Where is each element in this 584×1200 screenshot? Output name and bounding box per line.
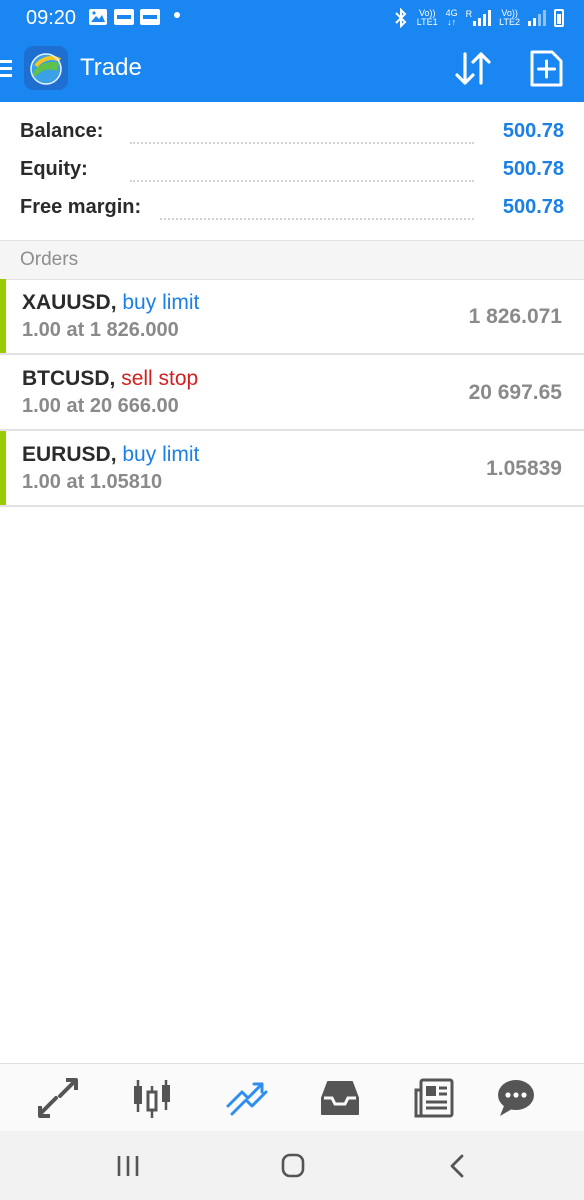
bluetooth-icon [395,8,407,28]
sim1-network-label: Vo)) LTE1 [416,8,438,27]
free-margin-value: 500.78 [494,196,564,219]
more-notifications-dot [174,12,180,18]
free-margin-row: Free margin: 500.78 [20,190,564,228]
status-bar: 09:20 Vo)) LTE1 4G ↓↑ R Vo)) LTE2 [0,0,584,36]
status-right-icons: Vo)) LTE1 4G ↓↑ R Vo)) LTE2 [393,6,564,30]
status-time: 09:20 [26,7,77,29]
app-logo[interactable] [24,46,68,90]
sim2-signal-bars-icon [528,10,546,26]
trade-icon[interactable] [224,1076,268,1120]
back-icon[interactable] [440,1149,476,1183]
balance-label: Balance: [20,120,112,143]
order-title: BTCUSD, sell stop [22,367,199,390]
data-network-label: 4G ↓↑ [445,8,458,27]
recents-icon[interactable] [110,1149,146,1183]
order-detail: 1.00 at 1 826.000 [22,319,179,341]
sort-icon[interactable] [454,50,492,88]
order-type: buy limit [122,443,200,466]
signal-bars-icon [473,10,492,26]
order-current-price: 1.05839 [486,457,562,480]
order-row[interactable]: XAUUSD, buy limit 1.00 at 1 826.000 1 82… [0,279,584,355]
equity-label: Equity: [20,158,96,181]
order-current-price: 20 697.65 [468,381,562,404]
leader-dots [160,218,474,220]
orders-list: XAUUSD, buy limit 1.00 at 1 826.000 1 82… [0,279,584,507]
battery-icon [554,9,564,27]
free-margin-label: Free margin: [20,196,150,219]
bottom-tab-bar [0,1063,584,1132]
buy-order-marker [0,279,6,353]
order-title: XAUUSD, buy limit [22,291,200,314]
leader-dots [130,142,474,144]
order-symbol: XAUUSD [22,291,111,314]
order-row[interactable]: BTCUSD, sell stop 1.00 at 20 666.00 20 6… [0,355,584,431]
order-type: buy limit [122,291,200,314]
order-symbol: BTCUSD [22,367,110,390]
balance-row: Balance: 500.78 [20,114,564,152]
balance-value: 500.78 [494,120,564,143]
orders-section-header: Orders [0,240,584,280]
new-order-icon[interactable] [528,50,564,88]
leader-dots [130,180,474,182]
app-bar: Trade [0,36,584,102]
history-icon[interactable] [318,1076,362,1120]
page-title: Trade [80,54,142,81]
gallery-notification-icon [89,9,107,25]
sim2-network-label: Vo)) LTE2 [499,8,520,27]
order-row[interactable]: EURUSD, buy limit 1.00 at 1.05810 1.0583… [0,431,584,507]
buy-order-marker [0,431,6,505]
account-summary: Balance: 500.78 Equity: 500.78 Free marg… [0,102,584,240]
metatrader-logo-icon [24,46,68,90]
home-icon[interactable] [275,1149,311,1183]
top-bar: 09:20 Vo)) LTE1 4G ↓↑ R Vo)) LTE2 Trade [0,0,584,102]
menu-icon[interactable] [0,58,14,80]
chat-icon[interactable] [494,1076,538,1120]
sim1-signal: R [466,10,492,26]
order-current-price: 1 826.071 [468,305,562,328]
orders-header-label: Orders [20,249,79,270]
paytm-notification-icon [114,9,134,25]
order-detail: 1.00 at 20 666.00 [22,395,179,417]
order-symbol: EURUSD [22,443,111,466]
order-title: EURUSD, buy limit [22,443,200,466]
equity-value: 500.78 [494,158,564,181]
paytm-notification-icon-2 [140,9,160,25]
quotes-icon[interactable] [36,1076,80,1120]
equity-row: Equity: 500.78 [20,152,564,190]
news-icon[interactable] [412,1076,456,1120]
system-navigation-bar [0,1131,584,1200]
order-type: sell stop [121,367,199,390]
order-detail: 1.00 at 1.05810 [22,471,163,493]
chart-icon[interactable] [130,1076,174,1120]
